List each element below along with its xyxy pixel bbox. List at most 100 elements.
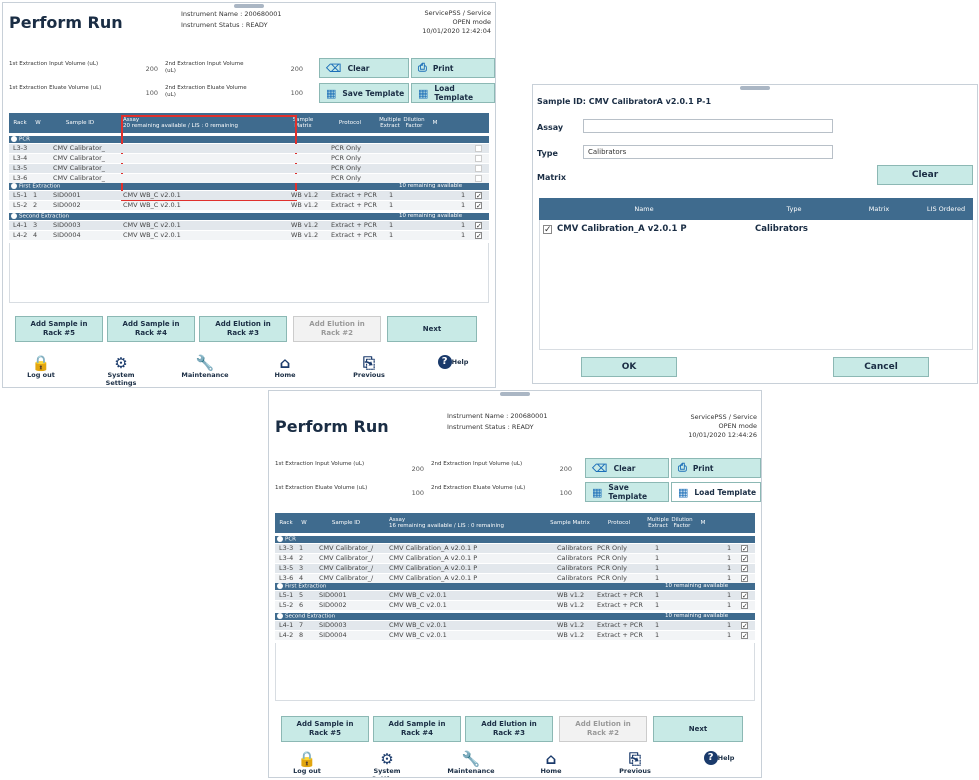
cell-assay[interactable]: CMV Calibration_A v2.0.1 P [389, 544, 477, 553]
table-row[interactable]: L5-2 6 SID0002 CMV WB_C v2.0.1 WB v1.2 Extrac… [275, 601, 755, 610]
m-checkbox[interactable]: ✓ [741, 555, 748, 562]
add-elution-rack2-button[interactable]: Add Elution in Rack #2 [559, 716, 647, 742]
table-row[interactable]: L5-2 2 SID0002 CMV WB_C v2.0.1 WB v1.2 Extrac… [9, 201, 489, 210]
cell-assay[interactable]: CMV WB_C v2.0.1 [123, 191, 181, 200]
table-row[interactable]: L4-1 3 SID0003 CMV WB_C v2.0.1 WB v1.2 Extrac… [9, 221, 489, 230]
cell-assay[interactable]: CMV WB_C v2.0.1 [123, 201, 181, 210]
cell-sample[interactable]: SID0002 [319, 601, 387, 610]
add-sample-rack4-button[interactable]: Add Sample in Rack #4 [107, 316, 195, 342]
cell-dil[interactable]: 1 [461, 191, 465, 200]
cell-sample[interactable]: SID0003 [319, 621, 387, 630]
collapse-icon[interactable] [11, 213, 17, 219]
cell-assay[interactable]: CMV Calibration_A v2.0.1 P [389, 564, 477, 573]
m-checkbox[interactable] [475, 165, 482, 172]
nav-settings-button[interactable]: ⚙System Settings [357, 751, 417, 777]
m-checkbox[interactable]: ✓ [741, 575, 748, 582]
ext1-eluate-value[interactable]: 100 [399, 489, 424, 497]
cell-sample[interactable]: SID0004 [319, 631, 387, 640]
table-row[interactable]: L5-1 1 SID0001 CMV WB_C v2.0.1 WB v1.2 Extrac… [9, 191, 489, 200]
ext1-input-value[interactable]: 200 [399, 465, 424, 473]
cell-assay[interactable]: CMV WB_C v2.0.1 [123, 231, 181, 240]
cell-assay[interactable]: CMV WB_C v2.0.1 [389, 621, 447, 630]
cell-dil[interactable]: 1 [461, 231, 465, 240]
ext2-eluate-value[interactable]: 100 [278, 89, 303, 97]
cell-sample[interactable]: SID0001 [319, 591, 387, 600]
ok-button[interactable]: OK [581, 357, 677, 377]
cell-sample[interactable]: CMV Calibrator_/ [319, 574, 387, 583]
collapse-icon[interactable] [277, 583, 283, 589]
table-row[interactable]: L4-1 7 SID0003 CMV WB_C v2.0.1 WB v1.2 Extrac… [275, 621, 755, 630]
add-sample-rack5-button[interactable]: Add Sample in Rack #5 [281, 716, 369, 742]
print-button[interactable]: ⎙ Print [411, 58, 495, 78]
save-template-button[interactable]: ▦ Save Template [585, 482, 669, 502]
add-elution-rack3-button[interactable]: Add Elution in Rack #3 [465, 716, 553, 742]
window-grip[interactable] [234, 4, 264, 8]
cancel-button[interactable]: Cancel [833, 357, 929, 377]
add-sample-rack5-button[interactable]: Add Sample in Rack #5 [15, 316, 103, 342]
table-row[interactable]: L3-3 1 CMV Calibrator_/CMV Calibration_A v… [275, 544, 755, 553]
print-button[interactable]: ⎙ Print [671, 458, 761, 478]
cell-dil[interactable]: 1 [727, 621, 731, 630]
ext1-eluate-value[interactable]: 100 [133, 89, 158, 97]
window-grip[interactable] [500, 392, 530, 396]
nav-previous-button[interactable]: ⎘ Previous [605, 751, 665, 775]
nav-settings-button[interactable]: ⚙System Settings [91, 355, 151, 387]
m-checkbox[interactable]: ✓ [741, 545, 748, 552]
table-row[interactable]: L3-6 CMV Calibrator_ PCR Only [9, 174, 489, 183]
m-checkbox[interactable]: ✓ [741, 622, 748, 629]
cell-dil[interactable]: 1 [727, 601, 731, 610]
m-checkbox[interactable] [475, 155, 482, 162]
m-checkbox[interactable] [475, 145, 482, 152]
cell-dil[interactable]: 1 [461, 201, 465, 210]
table-row[interactable]: L3-5 CMV Calibrator_ PCR Only [9, 164, 489, 173]
nav-home-button[interactable]: ⌂ Home [521, 751, 581, 775]
nav-help-button[interactable]: ? Help [689, 751, 749, 767]
m-checkbox[interactable]: ✓ [475, 192, 482, 199]
table-row[interactable]: L3-5 3 CMV Calibrator_/CMV Calibration_A v… [275, 564, 755, 573]
nav-wrench-button[interactable]: 🔧 Maintenance [441, 751, 501, 775]
cell-sample[interactable]: CMV Calibrator_ [53, 154, 105, 163]
cell-sample[interactable]: CMV Calibrator_/ [319, 544, 387, 553]
cell-assay[interactable]: CMV WB_C v2.0.1 [389, 601, 447, 610]
cell-dil[interactable]: 1 [727, 574, 731, 583]
save-template-button[interactable]: ▦ Save Template [319, 83, 409, 103]
cell-sample[interactable]: CMV Calibrator_/ [319, 564, 387, 573]
cell-dil[interactable]: 1 [727, 631, 731, 640]
table-row[interactable]: L3-4 CMV Calibrator_ PCR Only [9, 154, 489, 163]
load-template-button[interactable]: ▦ Load Template [411, 83, 495, 103]
clear-button[interactable]: ⌫ Clear [319, 58, 409, 78]
table-row[interactable]: L3-6 4 CMV Calibrator_/CMV Calibration_A v… [275, 574, 755, 583]
collapse-icon[interactable] [11, 136, 17, 142]
m-checkbox[interactable]: ✓ [475, 232, 482, 239]
nav-logout-button[interactable]: 🔒 Log out [11, 355, 71, 379]
collapse-icon[interactable] [277, 613, 283, 619]
ext2-input-value[interactable]: 200 [278, 65, 303, 73]
clear-button[interactable]: Clear [877, 165, 973, 185]
table-row[interactable]: L5-1 5 SID0001 CMV WB_C v2.0.1 WB v1.2 Extrac… [275, 591, 755, 600]
load-template-button[interactable]: ▦ Load Template [671, 482, 761, 502]
cell-dil[interactable]: 1 [461, 221, 465, 230]
m-checkbox[interactable] [475, 175, 482, 182]
m-checkbox[interactable]: ✓ [741, 592, 748, 599]
add-sample-rack4-button[interactable]: Add Sample in Rack #4 [373, 716, 461, 742]
m-checkbox[interactable]: ✓ [475, 202, 482, 209]
collapse-icon[interactable] [11, 183, 17, 189]
cell-assay[interactable]: CMV WB_C v2.0.1 [389, 591, 447, 600]
table-row[interactable]: L3-3 CMV Calibrator_ PCR Only [9, 144, 489, 153]
nav-help-button[interactable]: ? Help [423, 355, 483, 371]
table-row[interactable]: L3-4 2 CMV Calibrator_/CMV Calibration_A v… [275, 554, 755, 563]
ext2-eluate-value[interactable]: 100 [547, 489, 572, 497]
cell-sample[interactable]: SID0001 [53, 191, 121, 200]
next-button[interactable]: Next [653, 716, 743, 742]
cell-sample[interactable]: CMV Calibrator_ [53, 174, 105, 183]
cell-assay[interactable]: CMV Calibration_A v2.0.1 P [389, 554, 477, 563]
nav-previous-button[interactable]: ⎘ Previous [339, 355, 399, 379]
add-elution-rack3-button[interactable]: Add Elution in Rack #3 [199, 316, 287, 342]
nav-home-button[interactable]: ⌂ Home [255, 355, 315, 379]
clear-button[interactable]: ⌫ Clear [585, 458, 669, 478]
cell-assay[interactable]: CMV WB_C v2.0.1 [389, 631, 447, 640]
next-button[interactable]: Next [387, 316, 477, 342]
cell-dil[interactable]: 1 [727, 591, 731, 600]
cell-sample[interactable]: SID0002 [53, 201, 121, 210]
cell-dil[interactable]: 1 [727, 564, 731, 573]
